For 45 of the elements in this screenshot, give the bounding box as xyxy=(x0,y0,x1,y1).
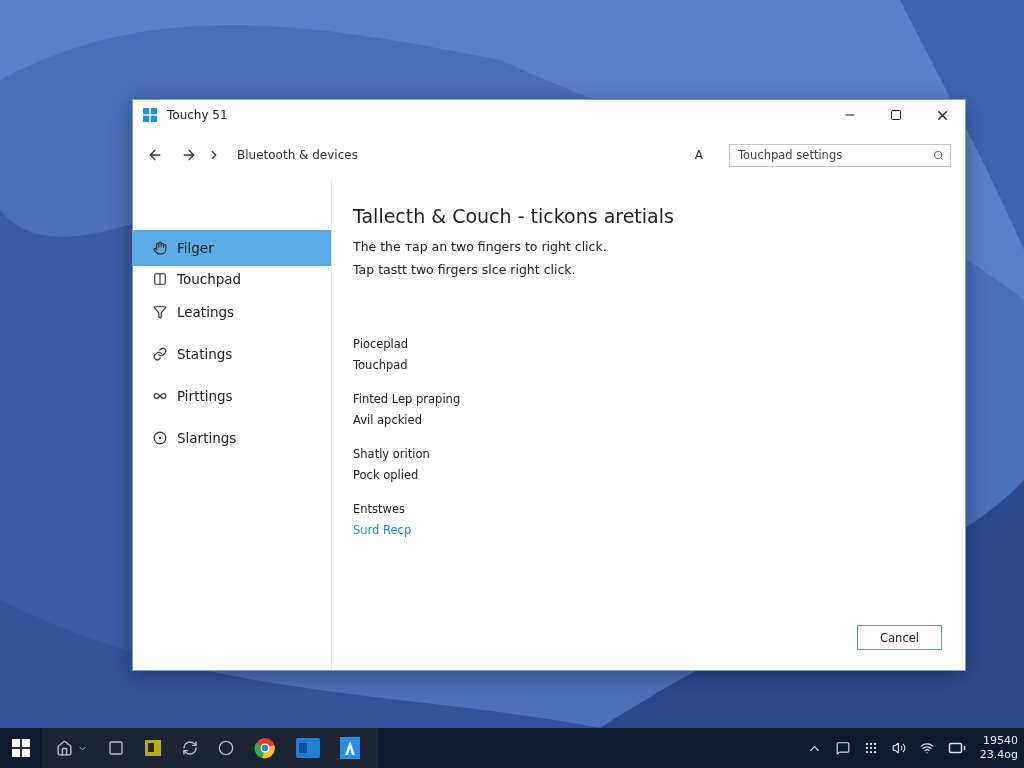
circle-icon[interactable] xyxy=(218,740,234,756)
setting-label: Shatly orition xyxy=(353,447,430,461)
link-icon xyxy=(153,347,167,361)
funnel-icon xyxy=(153,305,167,319)
start-icon xyxy=(12,739,30,757)
forward-icon[interactable] xyxy=(181,147,197,163)
task-view-icon[interactable] xyxy=(108,740,124,756)
window-title: Touchy 51 xyxy=(167,108,228,122)
app-icon[interactable] xyxy=(144,739,162,757)
message-icon[interactable] xyxy=(835,741,850,755)
wifi-icon[interactable] xyxy=(919,741,934,755)
description-text: Tap tastt two firgers slce right click. xyxy=(353,262,577,277)
sidebar-item[interactable]: Statings xyxy=(133,333,331,375)
search-icon[interactable] xyxy=(933,149,944,161)
speaker-icon[interactable] xyxy=(891,741,906,755)
windows-logo-icon xyxy=(143,108,157,122)
breadcrumb[interactable]: Bluetooth & devices xyxy=(237,148,358,162)
setting-label: Pioceplad xyxy=(353,337,409,351)
setting-label: Pock oplied xyxy=(353,468,419,482)
touchpad-icon xyxy=(153,271,167,286)
grid-icon[interactable] xyxy=(863,741,878,755)
hand-icon xyxy=(153,241,167,255)
browser-icon[interactable] xyxy=(254,737,276,759)
setting-label: Touchpad xyxy=(353,358,408,372)
sidebar-item[interactable]: Filger xyxy=(133,230,331,266)
clock[interactable]: 19540 23.4og xyxy=(979,734,1018,762)
page-heading: Tallecth & Couch - tickons aretials xyxy=(353,205,675,227)
search-field[interactable]: Touchpad settings xyxy=(729,143,951,167)
back-icon[interactable] xyxy=(147,147,163,163)
font-button[interactable]: A xyxy=(688,147,709,163)
sidebar-item[interactable]: Slartings xyxy=(133,417,331,459)
description-text: The the тap an two fingers to right click. xyxy=(353,239,608,254)
setting-label: Entstwes xyxy=(353,502,406,516)
sidebar-item[interactable]: Pirttings xyxy=(133,375,331,417)
settings-link[interactable]: Surd Recp xyxy=(353,523,412,537)
setting-label: Finted Lep praping xyxy=(353,392,461,406)
app-icon[interactable] xyxy=(340,737,360,759)
cancel-button[interactable]: Cancel xyxy=(857,625,942,650)
sidebar-item[interactable]: Touchpad xyxy=(133,266,331,291)
sidebar-item[interactable]: Leatings xyxy=(133,291,331,333)
maximize-icon xyxy=(890,109,902,121)
refresh-icon[interactable] xyxy=(182,740,198,756)
home-icon[interactable] xyxy=(56,739,73,757)
setting-label: Avil apckied xyxy=(353,413,422,427)
circle-dot-icon xyxy=(153,431,167,445)
